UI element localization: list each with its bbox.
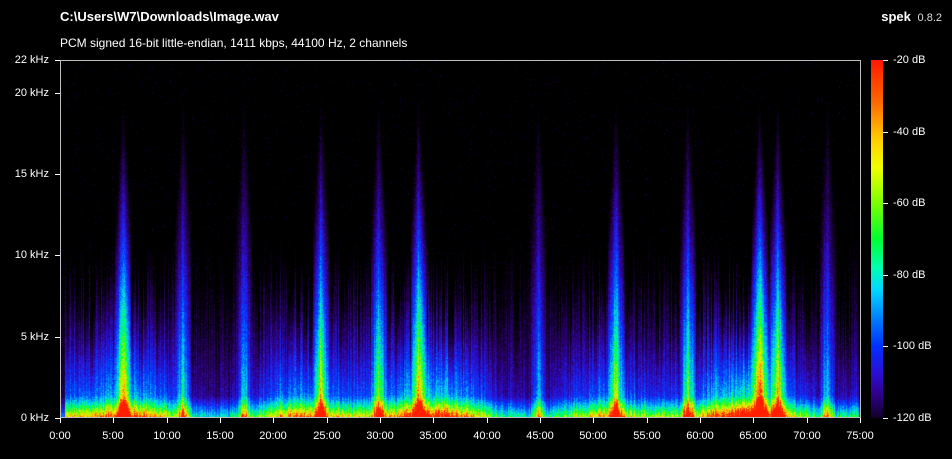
db-tick (883, 60, 888, 61)
time-tick (380, 418, 381, 423)
frequency-tick (55, 337, 60, 338)
time-tick (167, 418, 168, 423)
db-tick (883, 132, 888, 133)
time-tick (220, 418, 221, 423)
frequency-tick-label: 5 kHz (20, 331, 49, 343)
time-tick-label: 65:00 (739, 430, 767, 442)
time-tick-label: 70:00 (793, 430, 821, 442)
db-tick-label: -120 dB (893, 412, 932, 424)
time-tick-label: 60:00 (686, 430, 714, 442)
app-brand: spek 0.8.2 (881, 9, 942, 24)
time-tick-label: 5:00 (102, 430, 124, 442)
frequency-tick-label: 15 kHz (14, 168, 49, 180)
frequency-tick-label: 20 kHz (14, 87, 49, 99)
time-tick-label: 75:00 (846, 430, 874, 442)
db-tick (883, 203, 888, 204)
time-tick (647, 418, 648, 423)
time-tick (327, 418, 328, 423)
time-tick (433, 418, 434, 423)
time-tick-label: 10:00 (153, 430, 181, 442)
time-tick (113, 418, 114, 423)
file-info-text: PCM signed 16-bit little-endian, 1411 kb… (60, 36, 408, 50)
app-name: spek (881, 9, 911, 24)
time-tick-label: 25:00 (313, 430, 341, 442)
app-version: 0.8.2 (917, 12, 942, 24)
time-tick-label: 50:00 (579, 430, 607, 442)
db-tick (883, 418, 888, 419)
time-tick-label: 20:00 (259, 430, 287, 442)
db-tick-label: -80 dB (893, 269, 926, 281)
time-tick (593, 418, 594, 423)
time-tick (700, 418, 701, 423)
spectrogram-plot[interactable] (60, 60, 861, 418)
time-tick-label: 15:00 (206, 430, 234, 442)
time-tick-label: 40:00 (473, 430, 501, 442)
db-tick (883, 346, 888, 347)
db-tick (883, 275, 888, 276)
db-tick-label: -20 dB (893, 54, 926, 66)
frequency-tick (55, 255, 60, 256)
time-tick-label: 55:00 (633, 430, 661, 442)
db-color-scale (871, 60, 883, 418)
time-tick (753, 418, 754, 423)
time-tick-label: 45:00 (526, 430, 554, 442)
time-tick (860, 418, 861, 423)
time-tick (807, 418, 808, 423)
time-tick (487, 418, 488, 423)
db-tick-label: -40 dB (893, 126, 926, 138)
frequency-tick (55, 93, 60, 94)
time-tick-label: 35:00 (419, 430, 447, 442)
frequency-tick-label: 22 kHz (14, 54, 49, 66)
time-tick (60, 418, 61, 423)
frequency-tick-label: 10 kHz (14, 249, 49, 261)
frequency-tick (55, 60, 60, 61)
frequency-tick-label: 0 kHz (20, 412, 49, 424)
time-tick (273, 418, 274, 423)
time-tick (540, 418, 541, 423)
db-tick-label: -60 dB (893, 197, 926, 209)
frequency-tick (55, 174, 60, 175)
time-tick-label: 30:00 (366, 430, 394, 442)
file-path-title: C:\Users\W7\Downloads\Image.wav (60, 9, 279, 24)
spectrogram-canvas[interactable] (61, 61, 860, 417)
db-tick-label: -100 dB (893, 340, 932, 352)
time-tick-label: 0:00 (49, 430, 71, 442)
